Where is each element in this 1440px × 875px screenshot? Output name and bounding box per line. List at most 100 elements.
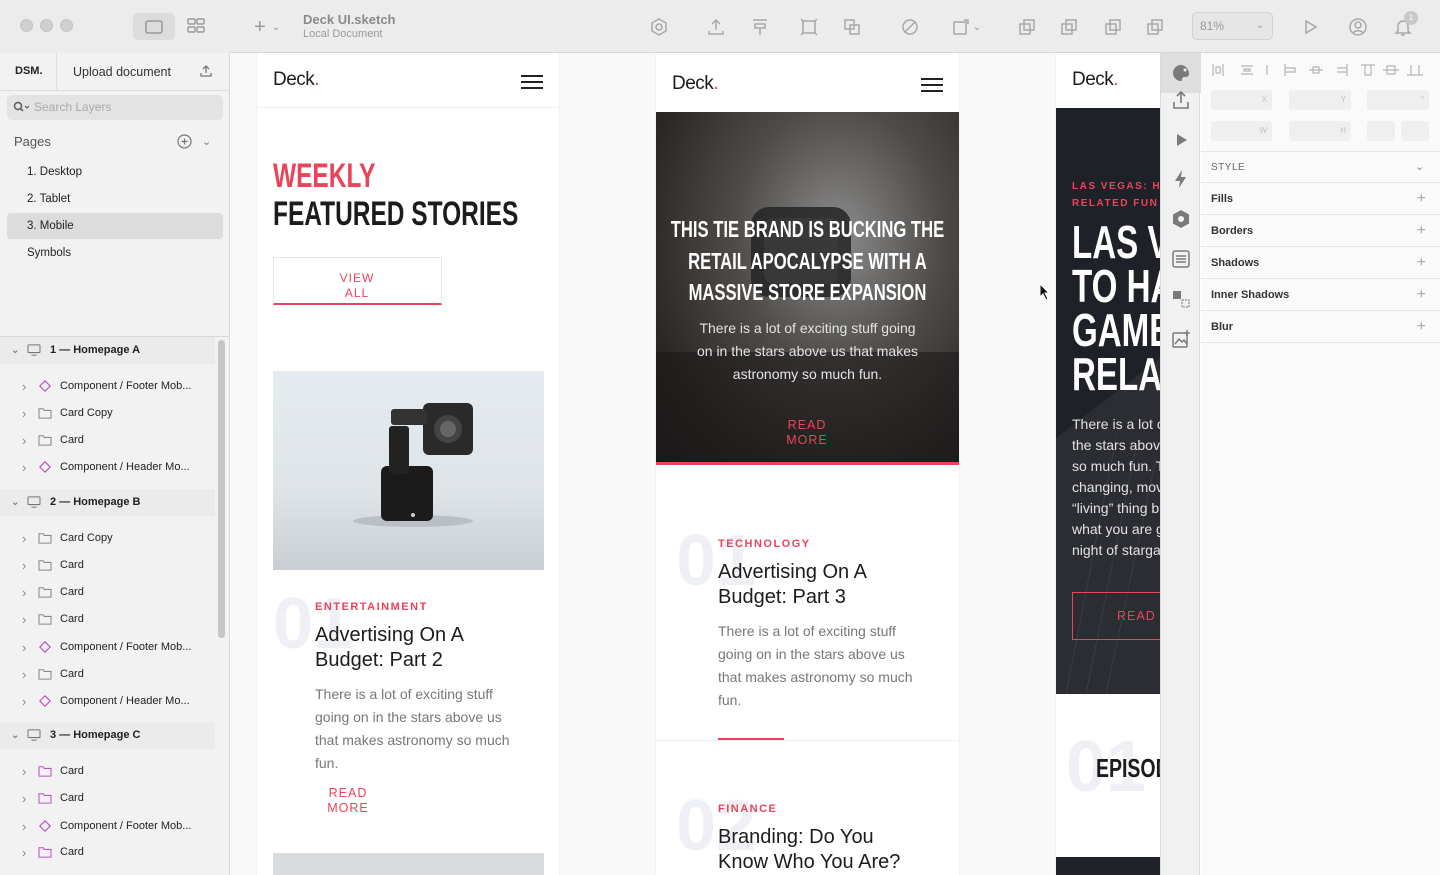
disclosure-chevron-icon[interactable]: ›: [22, 661, 26, 688]
image-icon[interactable]: [1161, 319, 1201, 359]
layer-row[interactable]: › Card: [0, 661, 215, 688]
export-icon[interactable]: [703, 14, 729, 40]
minimize-window-button[interactable]: [40, 19, 53, 32]
layers-scrollbar[interactable]: [218, 340, 225, 638]
mask-icon[interactable]: [897, 14, 923, 40]
y-position-field[interactable]: Y: [1289, 90, 1351, 110]
disclosure-chevron-icon[interactable]: ›: [22, 634, 26, 661]
layer-row[interactable]: › Component / Footer Mob...: [0, 813, 215, 840]
hero-card-dark[interactable]: LAS VEGAS: HOWRELATED FUN LAS VE TO HA G…: [1056, 108, 1160, 694]
hero-read-more-button[interactable]: READ M: [1072, 592, 1160, 640]
layer-row[interactable]: › Card Copy: [0, 525, 215, 552]
view-all-button[interactable]: VIEW ALL: [273, 257, 442, 305]
disclosure-chevron-icon[interactable]: ›: [22, 813, 26, 840]
layer-row[interactable]: › Card: [0, 839, 215, 866]
collapse-pages-icon[interactable]: ⌄: [202, 135, 211, 148]
disclosure-chevron-icon[interactable]: ›: [22, 552, 26, 579]
add-page-icon[interactable]: [177, 134, 192, 154]
subtract-icon[interactable]: [1056, 14, 1082, 40]
dsm-tab[interactable]: DSM.: [15, 65, 43, 77]
disclosure-chevron-icon[interactable]: ›: [22, 785, 26, 812]
fills-section[interactable]: Fills +: [1201, 183, 1440, 215]
hero-card[interactable]: THIS TIE BRAND IS BUCKING THE RETAIL APO…: [656, 112, 959, 465]
export-tab-icon[interactable]: [1161, 80, 1201, 120]
symbols-hexagon-icon[interactable]: [1161, 199, 1201, 239]
layer-row[interactable]: › Card: [0, 552, 215, 579]
page-item[interactable]: 1. Desktop: [7, 159, 223, 185]
expand-chevron-icon[interactable]: ⌄: [11, 489, 19, 516]
disclosure-chevron-icon[interactable]: ›: [22, 525, 26, 552]
grid-view-icon[interactable]: [187, 18, 205, 39]
layer-row[interactable]: › Card Copy: [0, 400, 215, 427]
width-field[interactable]: W: [1211, 121, 1272, 141]
disclosure-chevron-icon[interactable]: ›: [22, 688, 26, 715]
blur-section[interactable]: Blur +: [1201, 311, 1440, 343]
layer-row[interactable]: › Card: [0, 579, 215, 606]
rotation-field[interactable]: °: [1367, 90, 1429, 110]
frame-icon[interactable]: [796, 14, 822, 40]
layer-row[interactable]: › Card: [0, 427, 215, 454]
preview-play-icon[interactable]: [1297, 14, 1323, 40]
disclosure-chevron-icon[interactable]: ›: [22, 373, 26, 400]
layer-row[interactable]: › Component / Footer Mob...: [0, 634, 215, 661]
prototype-tab-icon[interactable]: [1161, 120, 1201, 160]
text-styles-icon[interactable]: [1161, 239, 1201, 279]
disclosure-chevron-icon[interactable]: ›: [22, 454, 26, 481]
search-layers-input[interactable]: Search Layers: [7, 95, 223, 120]
disclosure-chevron-icon[interactable]: ›: [22, 579, 26, 606]
upload-document-tab[interactable]: Upload document: [73, 65, 171, 79]
page-item[interactable]: 2. Tablet: [7, 186, 223, 212]
difference-icon[interactable]: [1142, 14, 1168, 40]
zoom-window-button[interactable]: [60, 19, 73, 32]
zoom-select[interactable]: 81% ⌄: [1192, 12, 1273, 40]
upload-icon[interactable]: [199, 64, 213, 81]
expand-chevron-icon[interactable]: ⌄: [11, 722, 19, 749]
intersect-icon[interactable]: [1100, 14, 1126, 40]
height-field[interactable]: H: [1289, 121, 1351, 141]
artboard-homepage-a[interactable]: Deck. WEEKLY FEATURED STORIES VIEW ALL 0…: [257, 53, 559, 875]
layer-row[interactable]: › Component / Footer Mob...: [0, 373, 215, 400]
insert-button[interactable]: + ⌄: [254, 16, 280, 39]
canvas[interactable]: Deck. WEEKLY FEATURED STORIES VIEW ALL 0…: [231, 53, 1160, 875]
hamburger-menu-icon[interactable]: [521, 75, 543, 89]
create-symbol-icon[interactable]: [646, 14, 672, 40]
layer-group-artboard[interactable]: ⌄ 3 — Homepage C: [0, 722, 215, 749]
layer-row[interactable]: › Component / Header Mo...: [0, 688, 215, 715]
artboard-homepage-b[interactable]: Deck. THIS TIE BRAND IS BUCKING THE RETA…: [656, 53, 959, 875]
resize-menu-icon[interactable]: ⌄: [946, 14, 986, 40]
disclosure-chevron-icon[interactable]: ›: [22, 606, 26, 633]
close-window-button[interactable]: [20, 19, 33, 32]
inner-shadows-section[interactable]: Inner Shadows +: [1201, 279, 1440, 311]
distribute-icon[interactable]: [747, 14, 773, 40]
layer-row[interactable]: › Component / Header Mo...: [0, 454, 215, 481]
layer-row[interactable]: › Card: [0, 606, 215, 633]
disclosure-chevron-icon[interactable]: ›: [22, 427, 26, 454]
x-position-field[interactable]: X: [1211, 90, 1272, 110]
alignment-icons[interactable]: [1211, 63, 1431, 77]
layer-row[interactable]: › Card: [0, 758, 215, 785]
borders-section[interactable]: Borders +: [1201, 215, 1440, 247]
style-collapse-icon[interactable]: ⌄: [1415, 160, 1424, 173]
layer-row[interactable]: › Card: [0, 785, 215, 812]
read-more-link[interactable]: READ MORE: [323, 786, 373, 815]
page-item[interactable]: Symbols: [7, 240, 223, 266]
disclosure-chevron-icon[interactable]: ›: [22, 839, 26, 866]
layer-group-artboard[interactable]: ⌄ 2 — Homepage B: [0, 489, 215, 516]
union-icon[interactable]: [1014, 14, 1040, 40]
disclosure-chevron-icon[interactable]: ›: [22, 758, 26, 785]
hero-read-more-link[interactable]: READ MORE: [782, 418, 832, 447]
disclosure-chevron-icon[interactable]: ›: [22, 400, 26, 427]
page-item-selected[interactable]: 3. Mobile: [7, 213, 223, 239]
artboard-homepage-c[interactable]: Deck. LAS VEGAS: HOWRELATED FUN LAS VE T…: [1056, 53, 1160, 875]
layer-group-artboard[interactable]: ⌄ 1 — Homepage A: [0, 337, 215, 364]
scale-icon[interactable]: [839, 14, 865, 40]
layer-styles-icon[interactable]: [1161, 279, 1201, 319]
hamburger-menu-icon[interactable]: [921, 78, 943, 92]
cloud-user-icon[interactable]: [1345, 14, 1371, 40]
canvas-view-toggle[interactable]: [133, 13, 175, 40]
flip-vertical-button[interactable]: [1401, 121, 1429, 141]
shadows-section[interactable]: Shadows +: [1201, 247, 1440, 279]
flip-horizontal-button[interactable]: [1367, 121, 1395, 141]
lightning-icon[interactable]: [1161, 159, 1201, 199]
expand-chevron-icon[interactable]: ⌄: [11, 337, 19, 364]
